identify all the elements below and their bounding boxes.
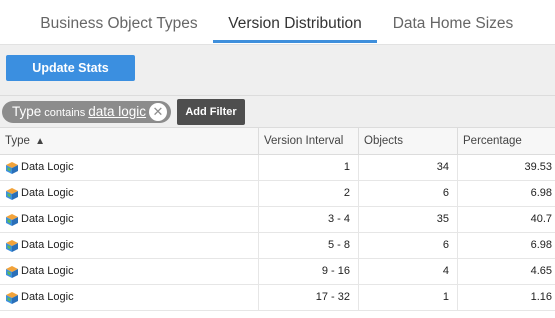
sort-ascending-icon: ▲ [35, 136, 46, 147]
filter-chip[interactable]: Type contains data logic ✕ [2, 101, 171, 123]
cell-type: Data Logic [0, 233, 259, 258]
filter-bar: Type contains data logic ✕ Add Filter [0, 95, 555, 127]
toolbar: Update Stats [0, 44, 555, 95]
cell-percentage: 4.65 [530, 265, 552, 277]
cell-type-label: Data Logic [21, 161, 74, 173]
filter-field: Type [12, 104, 42, 119]
tab-data-home-sizes[interactable]: Data Home Sizes [384, 0, 522, 44]
tab-bar: Business Object Types Version Distributi… [0, 0, 555, 44]
cell-objects: 35 [359, 207, 458, 232]
cell-version-interval: 5 - 8 [259, 233, 359, 258]
data-logic-icon [6, 239, 18, 252]
remove-filter-icon[interactable]: ✕ [149, 103, 167, 121]
cell-type-label: Data Logic [21, 239, 74, 251]
table-header: Type ▲ Version Interval Objects Percenta… [0, 128, 555, 155]
cell-objects: 6 [359, 181, 458, 206]
table-row[interactable]: Data Logic 3 - 4 35 40.7 [0, 207, 555, 233]
cell-version-interval: 17 - 32 [259, 285, 359, 310]
filter-value[interactable]: data logic [88, 104, 146, 119]
cell-version-interval: 3 - 4 [259, 207, 359, 232]
data-logic-icon [6, 265, 18, 278]
tab-business-object-types[interactable]: Business Object Types [30, 0, 208, 44]
table-row[interactable]: Data Logic 9 - 16 4 4.65 [0, 259, 555, 285]
cell-objects: 6 [359, 233, 458, 258]
filter-operator: contains [44, 107, 86, 119]
column-header-type[interactable]: Type ▲ [0, 128, 259, 154]
cell-type-label: Data Logic [21, 187, 74, 199]
table-row[interactable]: Data Logic 2 6 6.98 [0, 181, 555, 207]
column-header-objects[interactable]: Objects [359, 128, 458, 154]
data-logic-icon [6, 187, 18, 200]
cell-version-interval: 2 [259, 181, 359, 206]
update-stats-button[interactable]: Update Stats [6, 55, 135, 81]
cell-objects: 4 [359, 259, 458, 284]
cell-percentage: 39.53 [524, 161, 552, 173]
add-filter-button[interactable]: Add Filter [177, 99, 245, 125]
table-row[interactable]: Data Logic 5 - 8 6 6.98 [0, 233, 555, 259]
cell-version-interval: 9 - 16 [259, 259, 359, 284]
cell-type: Data Logic [0, 259, 259, 284]
table-row[interactable]: Data Logic 17 - 32 1 1.16 [0, 285, 555, 311]
table-body: Data Logic 1 34 39.53 Data Logic 2 6 6.98 Data L… [0, 155, 555, 311]
cell-type: Data Logic [0, 285, 259, 310]
data-logic-icon [6, 161, 18, 174]
table-row[interactable]: Data Logic 1 34 39.53 [0, 155, 555, 181]
cell-percentage: 6.98 [530, 187, 552, 199]
tab-version-distribution[interactable]: Version Distribution [213, 0, 377, 44]
cell-percentage: 40.7 [530, 213, 552, 225]
data-logic-icon [6, 291, 18, 304]
cell-objects: 34 [359, 155, 458, 180]
cell-type: Data Logic [0, 207, 259, 232]
cell-type-label: Data Logic [21, 213, 74, 225]
column-header-version-interval[interactable]: Version Interval [259, 128, 359, 154]
cell-type-label: Data Logic [21, 291, 74, 303]
cell-type: Data Logic [0, 155, 259, 180]
cell-type: Data Logic [0, 181, 259, 206]
cell-type-label: Data Logic [21, 265, 74, 277]
cell-percentage: 6.98 [530, 239, 552, 251]
column-header-percentage[interactable]: Percentage [458, 128, 555, 154]
data-logic-icon [6, 213, 18, 226]
cell-objects: 1 [359, 285, 458, 310]
cell-percentage: 1.16 [530, 291, 552, 303]
version-table: Type ▲ Version Interval Objects Percenta… [0, 127, 555, 311]
cell-version-interval: 1 [259, 155, 359, 180]
active-tab-indicator [213, 40, 377, 43]
